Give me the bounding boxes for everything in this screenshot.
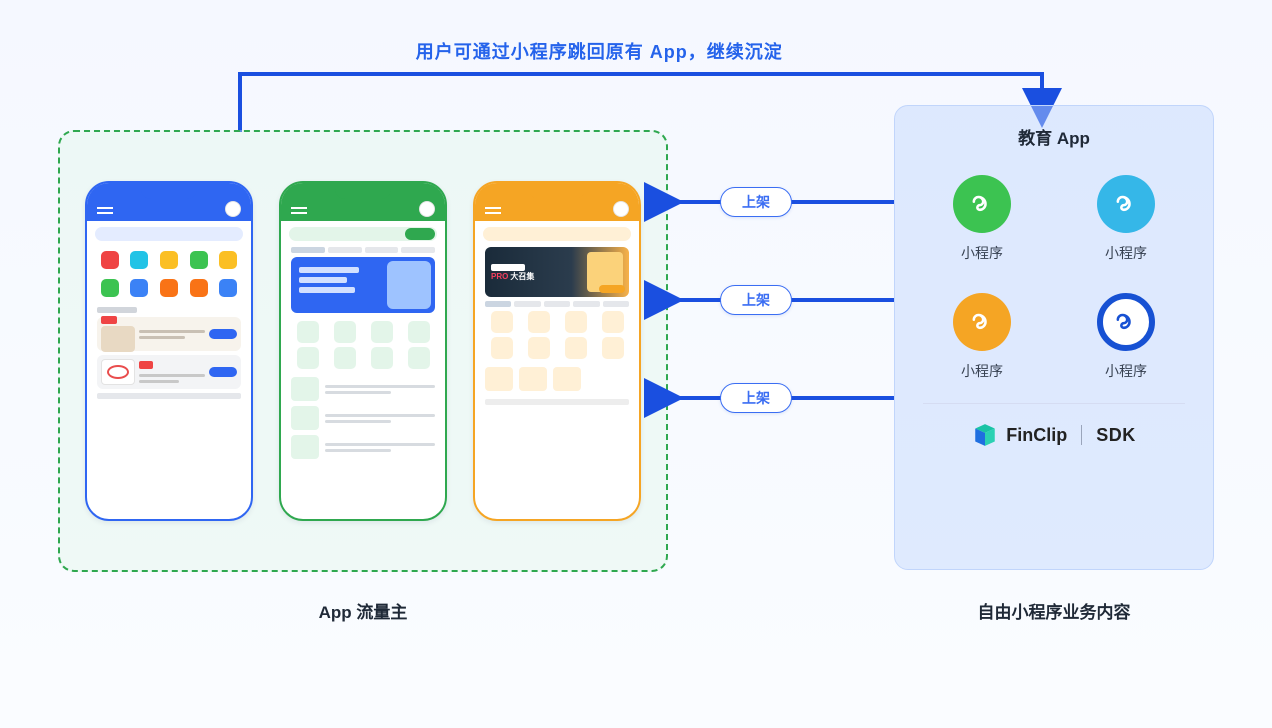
deploy-badge-3: 上架: [720, 383, 792, 413]
finclip-sdk-label: FinClip SDK: [915, 422, 1193, 448]
deploy-badge-1: 上架: [720, 187, 792, 217]
miniprogram-icon: [953, 175, 1011, 233]
education-app-box: 教育 App 小程序 小程序: [894, 105, 1214, 570]
miniprogram-item: 小程序: [915, 293, 1049, 381]
phone-mock-blue: [85, 181, 253, 521]
miniprogram-icon: [1097, 175, 1155, 233]
education-app-title: 教育 App: [915, 124, 1193, 149]
phone-mock-orange: PRO大召集: [473, 181, 641, 521]
miniprogram-icon: [1097, 293, 1155, 351]
separator: [923, 403, 1185, 404]
publisher-box: PRO大召集: [58, 130, 668, 572]
miniprogram-icon: [953, 293, 1011, 351]
miniprogram-glyph: [1112, 308, 1140, 336]
publisher-caption: App 流量主: [58, 598, 668, 623]
separator: [1081, 425, 1082, 445]
miniprogram-item: 小程序: [1059, 175, 1193, 263]
top-flow-label: 用户可通过小程序跳回原有 App，继续沉淀: [416, 38, 783, 64]
sdk-label: SDK: [1096, 425, 1136, 446]
deploy-badge-2: 上架: [720, 285, 792, 315]
miniprogram-glyph: [968, 308, 996, 336]
miniprogram-glyph: [1112, 190, 1140, 218]
miniprogram-item: 小程序: [915, 175, 1049, 263]
phone-mock-green: [279, 181, 447, 521]
finclip-logo-icon: [972, 422, 998, 448]
miniprogram-item: 小程序: [1059, 293, 1193, 381]
finclip-logo: FinClip: [972, 422, 1067, 448]
miniprogram-grid: 小程序 小程序 小程序: [915, 175, 1193, 381]
education-app-caption: 自由小程序业务内容: [894, 598, 1214, 623]
architecture-diagram: 用户可通过小程序跳回原有 App，继续沉淀: [0, 0, 1272, 728]
miniprogram-glyph: [968, 190, 996, 218]
